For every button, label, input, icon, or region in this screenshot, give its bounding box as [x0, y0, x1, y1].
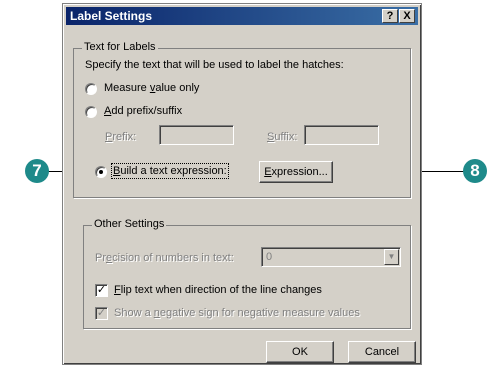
title-bar: Label Settings ? X — [66, 7, 418, 25]
expression-button[interactable]: Expression... — [259, 161, 333, 183]
other-settings-legend: Other Settings — [92, 218, 167, 230]
build-text-expression-label[interactable]: Build a text expression: — [111, 163, 229, 179]
cancel-button[interactable]: Cancel — [348, 341, 416, 363]
suffix-label: Suffix: — [267, 131, 298, 143]
precision-label: Precision of numbers in text: — [95, 252, 234, 264]
suffix-input[interactable] — [304, 125, 379, 145]
instructions-text: Specify the text that will be used to la… — [85, 59, 344, 71]
precision-select[interactable]: 0 ▼ — [261, 247, 401, 267]
prefix-label: Prefix: — [105, 131, 137, 143]
flip-text-checkbox[interactable]: ✓ — [95, 284, 108, 297]
measure-value-only-label[interactable]: Measure value only — [104, 82, 199, 94]
measure-value-only-radio[interactable] — [85, 83, 97, 95]
dialog-title: Label Settings — [70, 9, 153, 23]
ok-button[interactable]: OK — [266, 341, 334, 363]
callout-8-badge: 8 — [463, 159, 487, 183]
add-prefix-suffix-label[interactable]: Add prefix/suffix — [104, 105, 182, 117]
close-button[interactable]: X — [399, 9, 415, 23]
label-settings-dialog: Label Settings ? X Text for Labels Speci… — [62, 3, 422, 365]
chevron-down-icon[interactable]: ▼ — [384, 249, 399, 265]
text-for-labels-legend: Text for Labels — [82, 41, 158, 53]
build-text-expression-radio[interactable] — [95, 166, 107, 178]
callout-7-badge: 7 — [25, 159, 49, 183]
negative-sign-checkbox[interactable]: ✓ — [95, 307, 108, 320]
add-prefix-suffix-radio[interactable] — [85, 106, 97, 118]
prefix-input[interactable] — [159, 125, 234, 145]
flip-text-label[interactable]: Flip text when direction of the line cha… — [114, 284, 322, 296]
help-button[interactable]: ? — [382, 9, 398, 23]
negative-sign-label[interactable]: Show a negative sign for negative measur… — [114, 307, 360, 319]
